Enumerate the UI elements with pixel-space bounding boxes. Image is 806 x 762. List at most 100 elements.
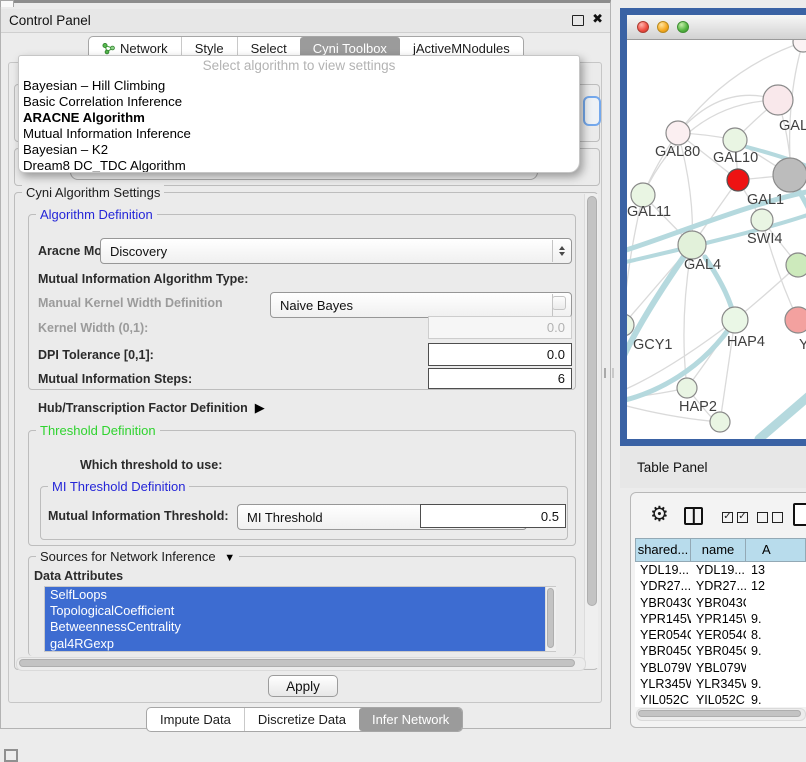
network-node-label[interactable]: HAP4 (727, 334, 765, 350)
table-row[interactable]: YDL19...YDL19...13 (635, 562, 806, 578)
data-attributes-list[interactable]: SelfLoopsTopologicalCoefficientBetweenne… (44, 586, 556, 652)
table-hscrollbar-track[interactable] (636, 708, 806, 721)
unchecked-checkbox-icon[interactable] (757, 512, 768, 523)
network-canvas[interactable]: GAL GAL80 GAL10 GAL1 GAL11 SWI4 GAL4 GCY1 HAP4 Y H… (627, 40, 806, 439)
network-node-label[interactable]: GAL11 (627, 204, 671, 220)
table-cell (746, 660, 806, 676)
mi-threshold-field[interactable]: 0.5 (420, 504, 566, 528)
gear-icon[interactable]: ⚙ (650, 504, 669, 525)
network-window-titlebar[interactable] (627, 15, 806, 40)
attribute-item-topologicalcoefficient[interactable]: TopologicalCoefficient (45, 603, 555, 619)
traffic-light-zoom-icon[interactable] (677, 21, 689, 33)
network-node[interactable] (786, 253, 806, 277)
stepper-icon[interactable] (552, 240, 570, 262)
tab-impute-data[interactable]: Impute Data (147, 708, 244, 731)
expander-down-arrow-icon[interactable]: ▼ (224, 552, 235, 564)
algorithm-option-basic-correlation-inference[interactable]: Basic Correlation Inference (19, 94, 579, 110)
network-node[interactable] (677, 378, 697, 398)
settings-scrollbar-track[interactable] (584, 194, 598, 668)
table-row[interactable]: YBR043CYBR043C (635, 595, 806, 611)
network-node-label[interactable]: GAL1 (747, 192, 784, 208)
network-node-label[interactable]: SWI4 (747, 231, 782, 247)
tab-discretize-data[interactable]: Discretize Data (244, 708, 359, 731)
table-row[interactable]: YLR345WYLR345W9. (635, 676, 806, 692)
dpi-tolerance-value: 0.0 (547, 347, 565, 362)
network-node-label[interactable]: GAL10 (713, 150, 758, 166)
tab-label: Network (120, 41, 168, 56)
node-table[interactable]: shared...nameAYDL19...YDL19...13YDR27...… (635, 538, 806, 707)
mi-steps-field[interactable]: 6 (428, 368, 572, 389)
settings-hscrollbar-thumb[interactable] (19, 659, 575, 667)
corner-widget-icon[interactable] (4, 749, 18, 762)
mi-algorithm-type-combo[interactable]: Naive Bayes (270, 292, 572, 318)
attribute-item-gal4rgexp[interactable]: gal4RGexp (45, 636, 555, 652)
network-node[interactable] (722, 307, 748, 333)
network-node[interactable] (727, 169, 749, 191)
network-node[interactable] (773, 158, 806, 192)
panel-splitter-handle[interactable] (604, 368, 614, 378)
attribute-list-scrollbar-track[interactable] (545, 587, 556, 651)
network-node-label[interactable]: Y (799, 337, 806, 353)
network-node-label[interactable]: GAL4 (684, 257, 721, 273)
network-node-label[interactable]: GCY1 (633, 337, 673, 353)
network-node-label[interactable]: GAL80 (655, 144, 700, 160)
network-node[interactable] (763, 85, 793, 115)
algorithm-combo-fragment[interactable] (583, 96, 601, 126)
expander-right-arrow-icon[interactable]: ▶ (255, 400, 265, 416)
table-hscrollbar-thumb[interactable] (638, 710, 801, 717)
table-cell: YBR043C (635, 595, 691, 611)
algorithm-option-bayesian-hill-climbing[interactable]: Bayesian – Hill Climbing (19, 78, 579, 94)
manual-kernel-width-checkbox[interactable] (552, 296, 566, 310)
table-cell: YER054C (691, 627, 746, 643)
network-node[interactable] (785, 307, 806, 333)
algorithm-option-mutual-information-inference[interactable]: Mutual Information Inference (19, 126, 579, 142)
network-node-label[interactable]: HAP2 (679, 399, 717, 415)
table-cell: 12 (746, 578, 806, 594)
document-icon[interactable] (793, 503, 806, 526)
traffic-light-minimize-icon[interactable] (657, 21, 669, 33)
network-node[interactable] (723, 128, 747, 152)
unchecked-checkbox-icon[interactable] (772, 512, 783, 523)
table-row[interactable]: YBL079WYBL079W (635, 660, 806, 676)
algorithm-option-dream8-dc-tdc-algorithm[interactable]: Dream8 DC_TDC Algorithm (19, 158, 579, 173)
attribute-list-scrollbar-thumb[interactable] (547, 588, 554, 648)
network-node[interactable] (666, 121, 690, 145)
aracne-mode-combo[interactable]: Discovery (100, 238, 572, 264)
float-window-icon[interactable] (572, 15, 584, 26)
algorithm-dropdown-popup: Select algorithm to view settings Bayesi… (18, 55, 580, 173)
settings-scrollbar-thumb[interactable] (587, 196, 597, 606)
attribute-item-selfloops[interactable]: SelfLoops (45, 587, 555, 603)
column-header-shared[interactable]: shared... (635, 538, 691, 562)
traffic-light-close-icon[interactable] (637, 21, 649, 33)
network-node-label[interactable]: GAL (779, 118, 806, 134)
network-node[interactable] (793, 40, 806, 52)
table-cell: YPR145W (635, 611, 691, 627)
dpi-tolerance-field[interactable]: 0.0 (428, 343, 572, 366)
apply-button[interactable]: Apply (268, 675, 338, 697)
table-cell: YBR045C (691, 643, 746, 659)
window-top-chip (0, 0, 14, 7)
table-cell: YBR045C (635, 643, 691, 659)
table-cell: YDL19... (635, 562, 691, 578)
settings-hscrollbar-track[interactable] (16, 657, 586, 671)
network-node[interactable] (678, 231, 706, 259)
hub-definition-expander[interactable]: Hub/Transcription Factor Definition ▶ (38, 399, 265, 417)
checked-checkbox-icon[interactable]: ✓ (737, 512, 748, 523)
tab-infer-network[interactable]: Infer Network (359, 708, 462, 731)
close-icon[interactable]: ✖ (592, 11, 603, 27)
checked-checkbox-icon[interactable]: ✓ (722, 512, 733, 523)
column-header-name[interactable]: name (691, 538, 746, 562)
algorithm-option-aracne-algorithm[interactable]: ARACNE Algorithm (19, 110, 579, 126)
algorithm-option-bayesian-k2[interactable]: Bayesian – K2 (19, 142, 579, 158)
attribute-item-betweennesscentrality[interactable]: BetweennessCentrality (45, 619, 555, 635)
network-node[interactable] (710, 412, 730, 432)
table-row[interactable]: YER054CYER054C8. (635, 627, 806, 643)
column-layout-icon[interactable] (684, 507, 703, 525)
table-row[interactable]: YPR145WYPR145W9. (635, 611, 806, 627)
table-row[interactable]: YIL052CYIL052C9. (635, 692, 806, 707)
table-row[interactable]: YBR045CYBR045C9. (635, 643, 806, 659)
network-node[interactable] (751, 209, 773, 231)
table-row[interactable]: YDR27...YDR27...12 (635, 578, 806, 594)
column-header-a[interactable]: A (746, 538, 806, 562)
kernel-width-field[interactable]: 0.0 (428, 316, 572, 339)
